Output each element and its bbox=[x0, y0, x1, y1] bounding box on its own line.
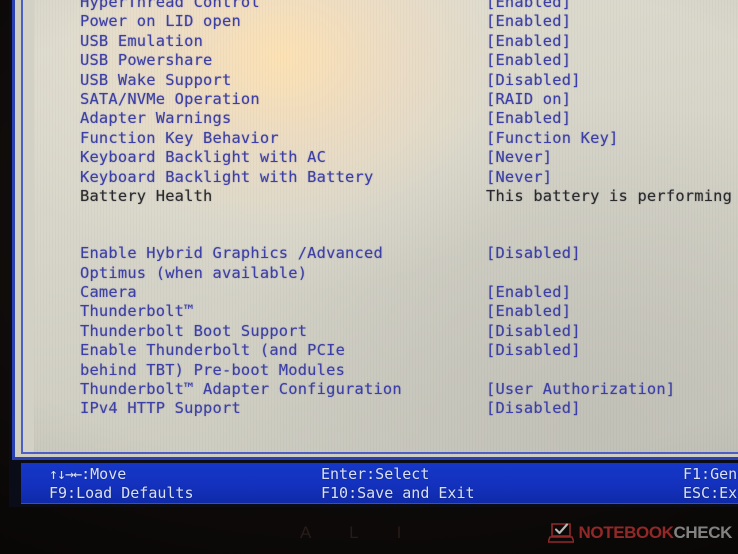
watermark-notebook: NOTEBOOK bbox=[578, 523, 674, 542]
group-separator bbox=[34, 206, 738, 244]
footer-load-defaults[interactable]: F9:Load Defaults bbox=[49, 483, 194, 503]
settings-row[interactable]: Thunderbolt™ [Enabled] bbox=[34, 302, 738, 321]
settings-row[interactable]: USB Powershare [Enabled] bbox=[34, 51, 738, 70]
notebookcheck-watermark: NOTEBOOKCHECK bbox=[547, 522, 733, 544]
setting-label: IPv4 HTTP Support bbox=[80, 399, 241, 418]
setting-label: Enable Hybrid Graphics /Advanced bbox=[80, 244, 383, 263]
setting-label: USB Emulation bbox=[80, 31, 204, 50]
laptop-bezel: [Enabled] HyperThread Control[Enabled]Po… bbox=[0, 0, 738, 554]
settings-row[interactable]: Camera [Enabled] bbox=[34, 283, 738, 302]
setting-label: Keyboard Backlight with AC bbox=[80, 148, 327, 167]
lcd-screen: [Enabled] HyperThread Control[Enabled]Po… bbox=[9, 0, 738, 507]
settings-row[interactable]: HyperThread Control [Enabled] bbox=[34, 0, 738, 12]
setting-label: Battery Health bbox=[80, 186, 213, 205]
settings-row[interactable]: Thunderbolt™ Adapter Configuration [User … bbox=[34, 380, 738, 399]
setting-value: This battery is performing n bbox=[486, 186, 738, 205]
setting-value[interactable]: [Disabled] bbox=[486, 71, 581, 90]
setting-value[interactable]: [Enabled] bbox=[486, 12, 571, 31]
settings-list: HyperThread Control [Enabled] Power on LID… bbox=[34, 0, 738, 452]
settings-row[interactable]: Function Key Behavior [Function Key] bbox=[34, 129, 738, 148]
setting-label: Function Key Behavior bbox=[80, 128, 279, 147]
setting-label: Adapter Warnings bbox=[80, 109, 232, 128]
arrow-keys-icon: ↑↓→← bbox=[49, 465, 82, 483]
footer-exit[interactable]: ESC:Exit bbox=[683, 483, 738, 503]
settings-row[interactable]: SATA/NVMe Operation [RAID on] bbox=[34, 90, 738, 109]
bios-window-inner-border: [Enabled] HyperThread Control[Enabled]Po… bbox=[21, 0, 738, 454]
settings-row[interactable]: USB Emulation [Enabled] bbox=[34, 32, 738, 51]
settings-row[interactable]: USB Wake Support [Disabled] bbox=[34, 71, 738, 90]
setting-value[interactable]: [Disabled] bbox=[486, 322, 581, 341]
alienware-bezel-branding: A L I bbox=[300, 523, 419, 542]
settings-row[interactable]: Battery Health This battery is performing… bbox=[34, 187, 738, 206]
settings-row[interactable]: Enable Hybrid Graphics /Advanced [Disable… bbox=[34, 244, 738, 263]
setting-value[interactable]: [Enabled] bbox=[486, 51, 571, 70]
bios-window-frame: [Enabled] HyperThread Control[Enabled]Po… bbox=[12, 0, 738, 460]
setting-value[interactable]: [Never] bbox=[486, 168, 552, 187]
settings-row: behind TBT) Pre-boot Modules bbox=[34, 361, 738, 380]
setting-value[interactable]: [Enabled] bbox=[486, 32, 571, 51]
setting-label: HyperThread Control bbox=[80, 0, 260, 11]
settings-group-primary: HyperThread Control [Enabled] Power on LID… bbox=[34, 0, 738, 206]
setting-label: SATA/NVMe Operation bbox=[80, 89, 260, 108]
setting-label: behind TBT) Pre-boot Modules bbox=[80, 360, 346, 379]
setting-label: Power on LID open bbox=[80, 12, 241, 31]
setting-value[interactable]: [Function Key] bbox=[486, 129, 619, 148]
settings-row[interactable]: Keyboard Backlight with AC [Never] bbox=[34, 148, 738, 167]
setting-value[interactable]: [Disabled] bbox=[486, 244, 581, 263]
setting-value[interactable]: [Enabled] bbox=[486, 109, 571, 128]
setting-label: Thunderbolt Boot Support bbox=[80, 321, 308, 340]
setting-label: Thunderbolt™ Adapter Configuration bbox=[80, 380, 402, 399]
settings-row[interactable]: Adapter Warnings [Enabled] bbox=[34, 109, 738, 128]
notebookcheck-laptop-icon bbox=[547, 523, 574, 543]
setting-value[interactable]: [Enabled] bbox=[486, 283, 571, 302]
footer-general-help[interactable]: F1:Gener bbox=[683, 464, 738, 484]
setting-label: Camera bbox=[80, 283, 137, 302]
settings-row[interactable]: Enable Thunderbolt (and PCIe [Disabled] bbox=[34, 341, 738, 360]
setting-value[interactable]: [Disabled] bbox=[486, 341, 581, 360]
setting-value[interactable]: [Enabled] bbox=[486, 0, 571, 12]
setting-label: Optimus (when available) bbox=[80, 263, 308, 282]
footer-select[interactable]: Enter:Select bbox=[321, 464, 429, 484]
watermark-text: NOTEBOOKCHECK bbox=[578, 523, 733, 543]
settings-row: Optimus (when available) bbox=[34, 264, 738, 283]
settings-row[interactable]: Power on LID open [Enabled] bbox=[34, 12, 738, 31]
bios-settings-panel: [Enabled] HyperThread Control[Enabled]Po… bbox=[34, 0, 738, 452]
setting-value[interactable]: [RAID on] bbox=[486, 90, 571, 109]
footer-move-label: :Move bbox=[81, 465, 127, 483]
settings-group-secondary: Enable Hybrid Graphics /Advanced [Disable… bbox=[34, 244, 738, 419]
bios-help-bar: ↑↓→←:Move F9:Load Defaults Enter:Select … bbox=[21, 463, 738, 504]
setting-value[interactable]: [User Authorization] bbox=[486, 380, 675, 399]
setting-value[interactable]: [Disabled] bbox=[486, 399, 581, 418]
settings-row[interactable]: Thunderbolt Boot Support [Disabled] bbox=[34, 322, 738, 341]
setting-label: Keyboard Backlight with Battery bbox=[80, 167, 374, 186]
setting-value[interactable]: [Enabled] bbox=[486, 302, 571, 321]
settings-row[interactable]: IPv4 HTTP Support [Disabled] bbox=[34, 399, 738, 418]
setting-label: USB Powershare bbox=[80, 51, 213, 70]
settings-row[interactable]: Keyboard Backlight with Battery [Never] bbox=[34, 168, 738, 187]
setting-value[interactable]: [Never] bbox=[486, 148, 552, 167]
footer-save-and-exit[interactable]: F10:Save and Exit bbox=[321, 483, 475, 503]
footer-move-hint[interactable]: ↑↓→←:Move bbox=[49, 464, 126, 484]
watermark-check: CHECK bbox=[673, 523, 733, 542]
setting-label: Enable Thunderbolt (and PCIe bbox=[80, 341, 346, 360]
setting-label: Thunderbolt™ bbox=[80, 302, 194, 321]
setting-label: USB Wake Support bbox=[80, 70, 232, 89]
